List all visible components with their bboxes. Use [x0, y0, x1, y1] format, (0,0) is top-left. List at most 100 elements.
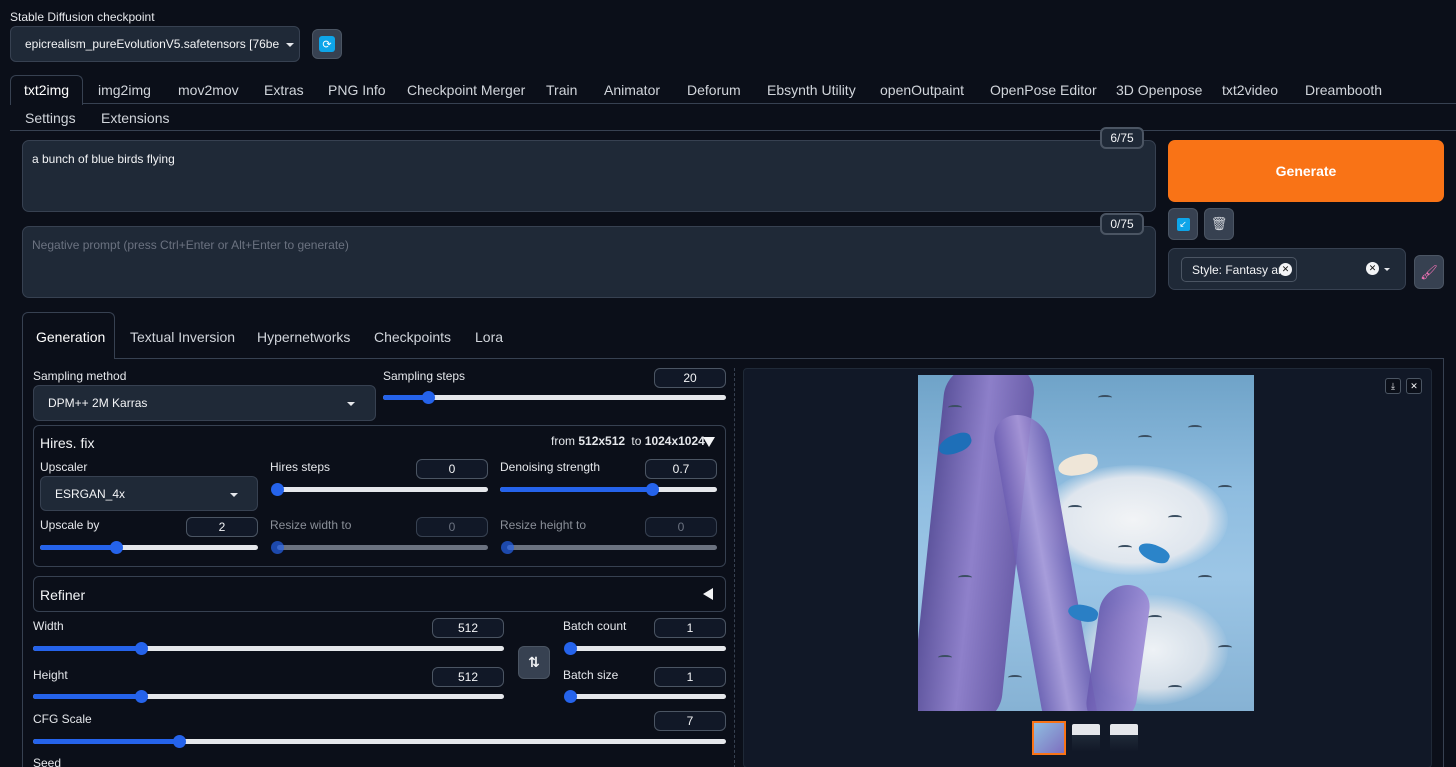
bird	[938, 655, 952, 660]
close-icon: ✕	[1410, 380, 1418, 391]
tab-dreambooth[interactable]: Dreambooth	[1305, 82, 1382, 98]
negative-prompt-textarea[interactable]: Negative prompt (press Ctrl+Enter or Alt…	[22, 226, 1156, 298]
tab-panel-border	[10, 130, 1456, 131]
resize-height-label: Resize height to	[500, 518, 587, 532]
subtab-textual-inversion[interactable]: Textual Inversion	[130, 329, 235, 345]
bird	[1218, 645, 1232, 650]
tab-3d-openpose[interactable]: 3D Openpose	[1116, 82, 1202, 98]
tab-extensions[interactable]: Extensions	[101, 110, 169, 126]
tab-train[interactable]: Train	[546, 82, 577, 98]
tab-png-info[interactable]: PNG Info	[328, 82, 386, 98]
resize-width-input[interactable]: 0	[416, 517, 488, 537]
width-label: Width	[33, 619, 64, 633]
tab-animator[interactable]: Animator	[604, 82, 660, 98]
upscale-by-input[interactable]: 2	[186, 517, 258, 537]
tab-mov2mov[interactable]: mov2mov	[178, 82, 239, 98]
subtab-generation[interactable]: Generation	[36, 329, 105, 345]
to-prefix: to	[631, 434, 642, 448]
sampling-method-dropdown[interactable]: DPM++ 2M Karras	[33, 385, 376, 421]
bird	[1068, 505, 1082, 510]
generate-label: Generate	[1275, 163, 1337, 179]
height-input[interactable]: 512	[432, 667, 504, 687]
gallery-thumbnail-selected[interactable]	[1032, 721, 1066, 755]
tab-img2img[interactable]: img2img	[98, 82, 151, 98]
upscaler-value: ESRGAN_4x	[55, 487, 126, 501]
generated-image[interactable]	[918, 375, 1254, 711]
checkpoint-label: Stable Diffusion checkpoint	[10, 10, 155, 24]
batch-count-slider[interactable]	[564, 642, 726, 655]
resize-height-input[interactable]: 0	[645, 517, 717, 537]
from-prefix: from	[551, 434, 575, 448]
tab-extras[interactable]: Extras	[264, 82, 304, 98]
denoising-strength-label: Denoising strength	[500, 460, 601, 474]
expand-triangle-icon[interactable]	[703, 588, 713, 600]
negative-prompt-placeholder: Negative prompt (press Ctrl+Enter or Alt…	[32, 238, 349, 252]
cfg-scale-input[interactable]: 7	[654, 711, 726, 731]
subtab-hypernetworks[interactable]: Hypernetworks	[257, 329, 350, 345]
swap-arrows-icon: ⇅	[528, 654, 540, 670]
style-tag-label: Style: Fantasy art	[1192, 263, 1286, 277]
subtab-lora[interactable]: Lora	[475, 329, 503, 345]
resize-width-label: Resize width to	[270, 518, 352, 532]
prompt-textarea[interactable]: a bunch of blue birds flying	[22, 140, 1156, 212]
refiner-panel[interactable]	[33, 576, 726, 612]
refresh-checkpoint-button[interactable]: ⟳	[312, 29, 342, 59]
tab-ebsynth-utility[interactable]: Ebsynth Utility	[767, 82, 856, 98]
trash-icon: 🗑	[1210, 216, 1228, 231]
checkpoint-dropdown[interactable]: epicrealism_pureEvolutionV5.safetensors …	[10, 26, 300, 62]
gallery-thumbnail[interactable]	[1110, 724, 1138, 752]
denoising-strength-slider[interactable]	[500, 483, 717, 496]
hires-steps-input[interactable]: 0	[416, 459, 488, 479]
tab-settings[interactable]: Settings	[25, 110, 76, 126]
width-input[interactable]: 512	[432, 618, 504, 638]
gallery-thumbnail[interactable]	[1072, 724, 1100, 752]
resize-width-slider[interactable]	[271, 541, 488, 554]
close-icon[interactable]: ✕	[1279, 263, 1292, 276]
sampling-steps-input[interactable]: 20	[654, 368, 726, 388]
download-button[interactable]: ⤓	[1385, 378, 1401, 394]
style-tag[interactable]: Style: Fantasy art ✕	[1181, 257, 1297, 282]
bird	[1098, 395, 1112, 400]
close-preview-button[interactable]: ✕	[1406, 378, 1422, 394]
bird	[1198, 575, 1212, 580]
batch-size-input[interactable]: 1	[654, 667, 726, 687]
tab-txt2video[interactable]: txt2video	[1222, 82, 1278, 98]
subtab-checkpoints[interactable]: Checkpoints	[374, 329, 451, 345]
height-slider[interactable]	[33, 690, 504, 703]
refresh-icon: ⟳	[319, 36, 335, 52]
tab-openoutpaint[interactable]: openOutpaint	[880, 82, 964, 98]
hires-fix-title[interactable]: Hires. fix	[40, 435, 94, 451]
paste-button[interactable]: ↙	[1168, 208, 1198, 240]
clear-prompt-button[interactable]: 🗑	[1204, 208, 1234, 240]
prompt-text: a bunch of blue birds flying	[32, 152, 175, 166]
batch-count-label: Batch count	[563, 619, 627, 633]
chevron-down-icon	[347, 402, 355, 406]
bird	[1168, 685, 1182, 690]
batch-count-input[interactable]: 1	[654, 618, 726, 638]
tab-deforum[interactable]: Deforum	[687, 82, 741, 98]
cfg-scale-slider[interactable]	[33, 735, 726, 748]
width-slider[interactable]	[33, 642, 504, 655]
styles-select[interactable]: Style: Fantasy art ✕ ✕	[1168, 248, 1406, 290]
batch-size-slider[interactable]	[564, 690, 726, 703]
collapse-triangle-icon[interactable]	[703, 437, 715, 447]
denoising-strength-input[interactable]: 0.7	[645, 459, 717, 479]
refiner-title: Refiner	[40, 587, 86, 603]
tab-txt2img[interactable]: txt2img	[10, 75, 83, 105]
swap-dimensions-button[interactable]: ⇅	[518, 646, 550, 679]
bird	[1138, 435, 1152, 440]
bird	[1008, 675, 1022, 680]
upscale-by-slider[interactable]	[40, 541, 258, 554]
chevron-down-icon	[1384, 268, 1390, 271]
hires-steps-slider[interactable]	[271, 483, 488, 496]
sampling-steps-slider[interactable]	[383, 391, 726, 404]
sampling-method-value: DPM++ 2M Karras	[48, 396, 148, 410]
paintbrush-icon: 🖌	[1420, 263, 1438, 280]
tab-checkpoint-merger[interactable]: Checkpoint Merger	[407, 82, 525, 98]
upscaler-dropdown[interactable]: ESRGAN_4x	[40, 476, 258, 511]
generate-button[interactable]: Generate	[1168, 140, 1444, 202]
tab-openpose-editor[interactable]: OpenPose Editor	[990, 82, 1097, 98]
clear-styles-icon[interactable]: ✕	[1366, 262, 1379, 275]
resize-height-slider[interactable]	[501, 541, 717, 554]
apply-style-button[interactable]: 🖌	[1414, 255, 1444, 289]
